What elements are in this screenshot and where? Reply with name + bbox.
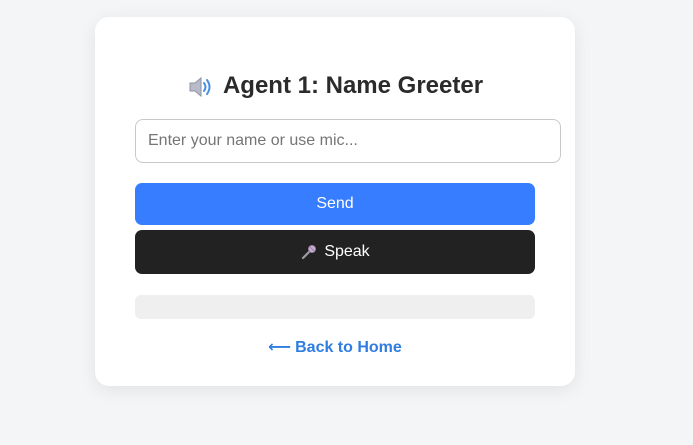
back-to-home-link[interactable]: ⟵ Back to Home: [95, 338, 575, 358]
back-link-label: Back to Home: [295, 339, 402, 356]
page-title-text: Agent 1: Name Greeter: [222, 72, 484, 99]
speak-button-label: Speak: [324, 243, 370, 260]
response-output: [135, 295, 535, 319]
name-input[interactable]: [135, 119, 561, 163]
speaker-icon: [187, 75, 215, 99]
send-button-label: Send: [316, 195, 354, 212]
microphone-icon: [300, 243, 318, 261]
page-title: Agent 1: Name Greeter: [95, 71, 575, 101]
send-button[interactable]: Send: [135, 183, 535, 225]
speak-button[interactable]: Speak: [135, 230, 535, 274]
back-arrow-icon: ⟵: [268, 339, 292, 356]
greeter-card: Agent 1: Name Greeter Send Speak ⟵Back t…: [95, 17, 575, 386]
